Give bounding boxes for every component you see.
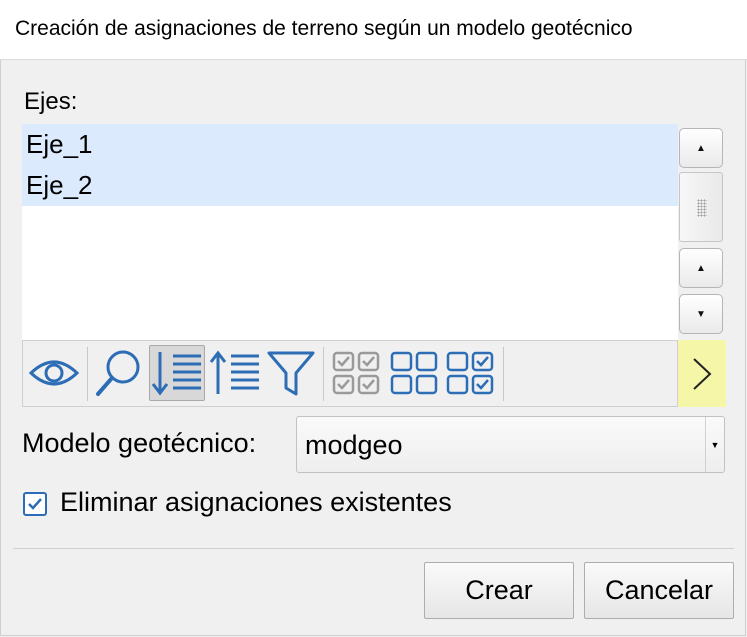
sort-descending-icon bbox=[151, 352, 201, 396]
create-button[interactable]: Crear bbox=[424, 562, 574, 619]
axes-list[interactable]: Eje_1 Eje_2 bbox=[22, 124, 678, 340]
scroll-up-button[interactable]: ▲ bbox=[679, 248, 723, 288]
chevron-down-icon[interactable]: ▼ bbox=[705, 417, 724, 472]
sort-descending-button[interactable] bbox=[149, 345, 205, 401]
arrow-down-icon: ▼ bbox=[696, 308, 706, 320]
toolbar-next-button[interactable] bbox=[678, 340, 726, 407]
scroll-thumb[interactable] bbox=[679, 172, 723, 242]
geo-model-value: modgeo bbox=[305, 430, 403, 460]
cancel-button[interactable]: Cancelar bbox=[584, 562, 734, 619]
checkmark-icon bbox=[28, 498, 42, 510]
scroll-top-button[interactable]: ▲ bbox=[679, 128, 723, 168]
uncheck-all-button[interactable] bbox=[387, 345, 443, 401]
magnifier-icon bbox=[96, 350, 140, 396]
window-title: Creación de asignaciones de terreno segú… bbox=[15, 17, 633, 40]
list-toolbar bbox=[22, 340, 678, 407]
eye-icon bbox=[28, 360, 80, 386]
sort-ascending-button[interactable] bbox=[207, 345, 263, 401]
scroll-down-button[interactable]: ▼ bbox=[679, 294, 723, 334]
check-all-icon bbox=[332, 351, 380, 395]
list-item[interactable]: Eje_2 bbox=[22, 165, 678, 206]
filter-button[interactable] bbox=[263, 345, 319, 401]
invert-check-button[interactable] bbox=[443, 345, 499, 401]
view-button[interactable] bbox=[26, 345, 82, 401]
title-bar: Creación de asignaciones de terreno segú… bbox=[0, 0, 747, 60]
axes-label: Ejes: bbox=[24, 88, 78, 115]
arrow-up-icon: ▲ bbox=[696, 262, 706, 274]
uncheck-all-icon bbox=[390, 351, 438, 395]
sort-ascending-icon bbox=[209, 350, 259, 394]
chevron-right-icon bbox=[693, 357, 712, 390]
geo-model-label: Modelo geotécnico: bbox=[22, 428, 257, 458]
delete-existing-checkbox[interactable] bbox=[23, 492, 47, 516]
filter-icon bbox=[267, 351, 315, 396]
list-item[interactable]: Eje_1 bbox=[22, 124, 678, 165]
check-all-button[interactable] bbox=[329, 345, 385, 401]
arrow-up-icon: ▲ bbox=[696, 142, 706, 154]
invert-check-icon bbox=[446, 351, 494, 395]
delete-existing-label[interactable]: Eliminar asignaciones existentes bbox=[60, 487, 452, 518]
divider bbox=[13, 548, 734, 549]
vertical-scrollbar[interactable]: ▲ ▲ ▼ bbox=[678, 124, 726, 340]
geo-model-select[interactable]: modgeo ▼ bbox=[296, 416, 725, 473]
grip-icon bbox=[697, 199, 707, 217]
search-button[interactable] bbox=[91, 345, 147, 401]
